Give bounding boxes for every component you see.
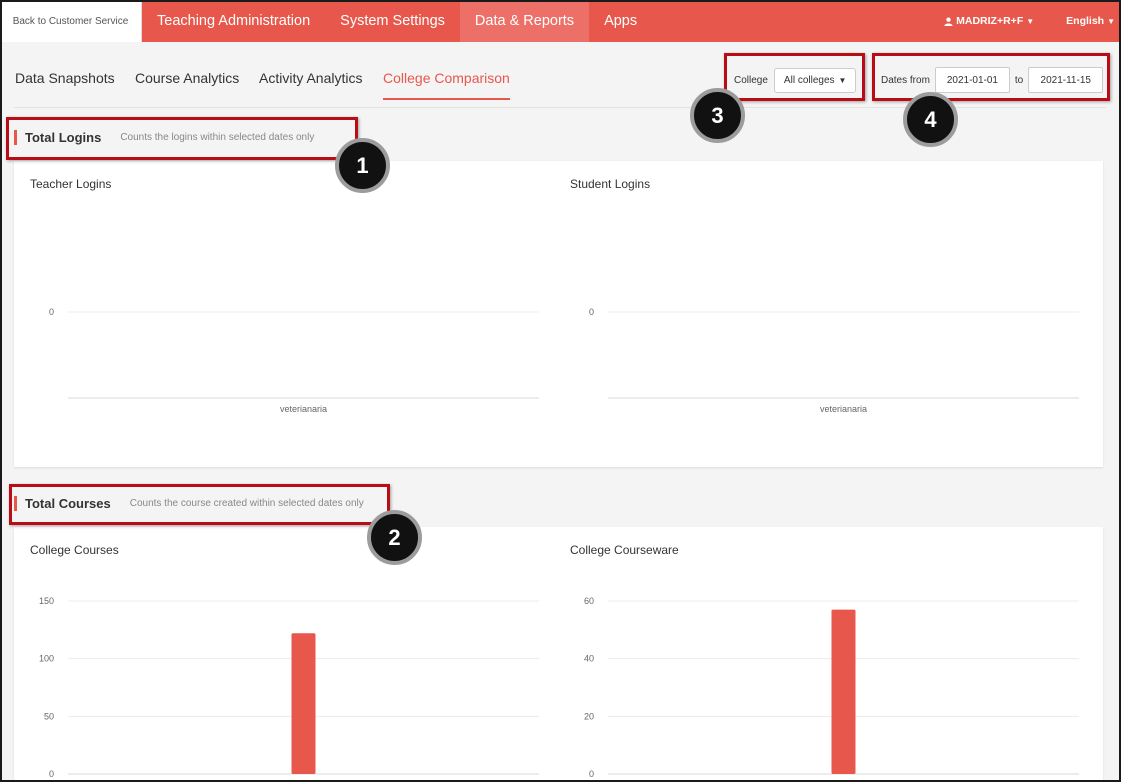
total-courses-header: Total Courses Counts the course created … xyxy=(14,496,364,511)
chevron-down-icon: ▼ xyxy=(1107,16,1115,26)
section-accent-bar xyxy=(14,130,17,145)
college-courseware-chart: College Courseware 0204060veterianaria xyxy=(570,543,1085,782)
user-menu[interactable]: MADRIZ+R+F ▼ xyxy=(944,15,1066,27)
date-from-input[interactable] xyxy=(934,67,1010,93)
chart-svg: 0204060veterianaria xyxy=(584,596,1079,782)
nav-system-settings[interactable]: System Settings xyxy=(325,0,460,42)
language-menu[interactable]: English ▼ xyxy=(1066,15,1121,27)
chart-svg: 0 veterianaria xyxy=(49,307,539,414)
y-tick-label: 100 xyxy=(39,654,54,664)
section-accent-bar xyxy=(14,496,17,511)
college-label: College xyxy=(734,75,768,86)
logins-chart-panel: Teacher Logins 0 veterianaria Student Log… xyxy=(14,161,1103,467)
top-navigation: Back to Customer Service Teaching Admini… xyxy=(0,0,1121,42)
nav-right: MADRIZ+R+F ▼ English ▼ xyxy=(944,0,1121,42)
y-tick-label: 150 xyxy=(39,596,54,606)
back-to-customer-service-link[interactable]: Back to Customer Service xyxy=(0,0,142,42)
y-tick-label: 20 xyxy=(584,711,594,721)
annotation-badge-2: 2 xyxy=(367,510,422,565)
bar xyxy=(831,609,856,774)
chart-svg: 050100150veterianaria xyxy=(39,596,539,782)
y-tick-label: 40 xyxy=(584,654,594,664)
nav-data-reports[interactable]: Data & Reports xyxy=(459,0,590,42)
section-title: Total Logins xyxy=(25,130,102,145)
annotation-badge-4: 4 xyxy=(903,92,958,147)
section-subtitle: Counts the course created within selecte… xyxy=(129,498,364,509)
y-tick-label: 0 xyxy=(49,307,54,317)
tab-activity-analytics[interactable]: Activity Analytics xyxy=(259,70,362,86)
date-range-filter: Dates from to xyxy=(881,67,1104,93)
annotation-badge-3: 3 xyxy=(690,88,745,143)
college-filter: College All colleges ▼ xyxy=(734,68,857,93)
nav-apps[interactable]: Apps xyxy=(589,0,652,42)
chevron-down-icon: ▼ xyxy=(1026,16,1035,26)
college-courses-chart: College Courses 050100150veterianaria xyxy=(30,543,545,782)
dates-to-label: to xyxy=(1014,74,1024,86)
y-tick-label: 0 xyxy=(589,307,594,317)
y-tick-label: 0 xyxy=(49,769,54,779)
x-tick-label: veterianaria xyxy=(280,404,327,414)
annotation-badge-1: 1 xyxy=(335,138,390,193)
y-tick-label: 0 xyxy=(589,769,594,779)
section-title: Total Courses xyxy=(25,496,111,511)
total-logins-header: Total Logins Counts the logins within se… xyxy=(14,130,314,145)
courses-chart-panel: College Courses 050100150veterianaria Co… xyxy=(14,527,1103,782)
section-subtitle: Counts the logins within selected dates … xyxy=(120,132,315,143)
y-tick-label: 50 xyxy=(44,711,54,721)
bar xyxy=(291,633,316,774)
chevron-down-icon: ▼ xyxy=(838,76,847,85)
college-dropdown-value: All colleges xyxy=(783,75,835,86)
college-dropdown[interactable]: All colleges ▼ xyxy=(773,68,857,93)
tab-college-comparison[interactable]: College Comparison xyxy=(383,70,510,100)
tab-course-analytics[interactable]: Course Analytics xyxy=(135,70,239,86)
chart-svg: 0 veterianaria xyxy=(589,307,1079,414)
dates-from-label: Dates from xyxy=(881,74,930,86)
x-tick-label: veterianaria xyxy=(820,404,867,414)
user-name: MADRIZ+R+F xyxy=(956,15,1024,27)
teacher-logins-chart: Teacher Logins 0 veterianaria xyxy=(30,177,545,457)
student-logins-chart: Student Logins 0 veterianaria xyxy=(570,177,1085,457)
language-label: English xyxy=(1066,15,1105,27)
user-icon xyxy=(944,17,953,26)
nav-teaching-administration[interactable]: Teaching Administration xyxy=(142,0,325,42)
tab-data-snapshots[interactable]: Data Snapshots xyxy=(15,70,115,86)
date-to-input[interactable] xyxy=(1028,67,1104,93)
y-tick-label: 60 xyxy=(584,596,594,606)
